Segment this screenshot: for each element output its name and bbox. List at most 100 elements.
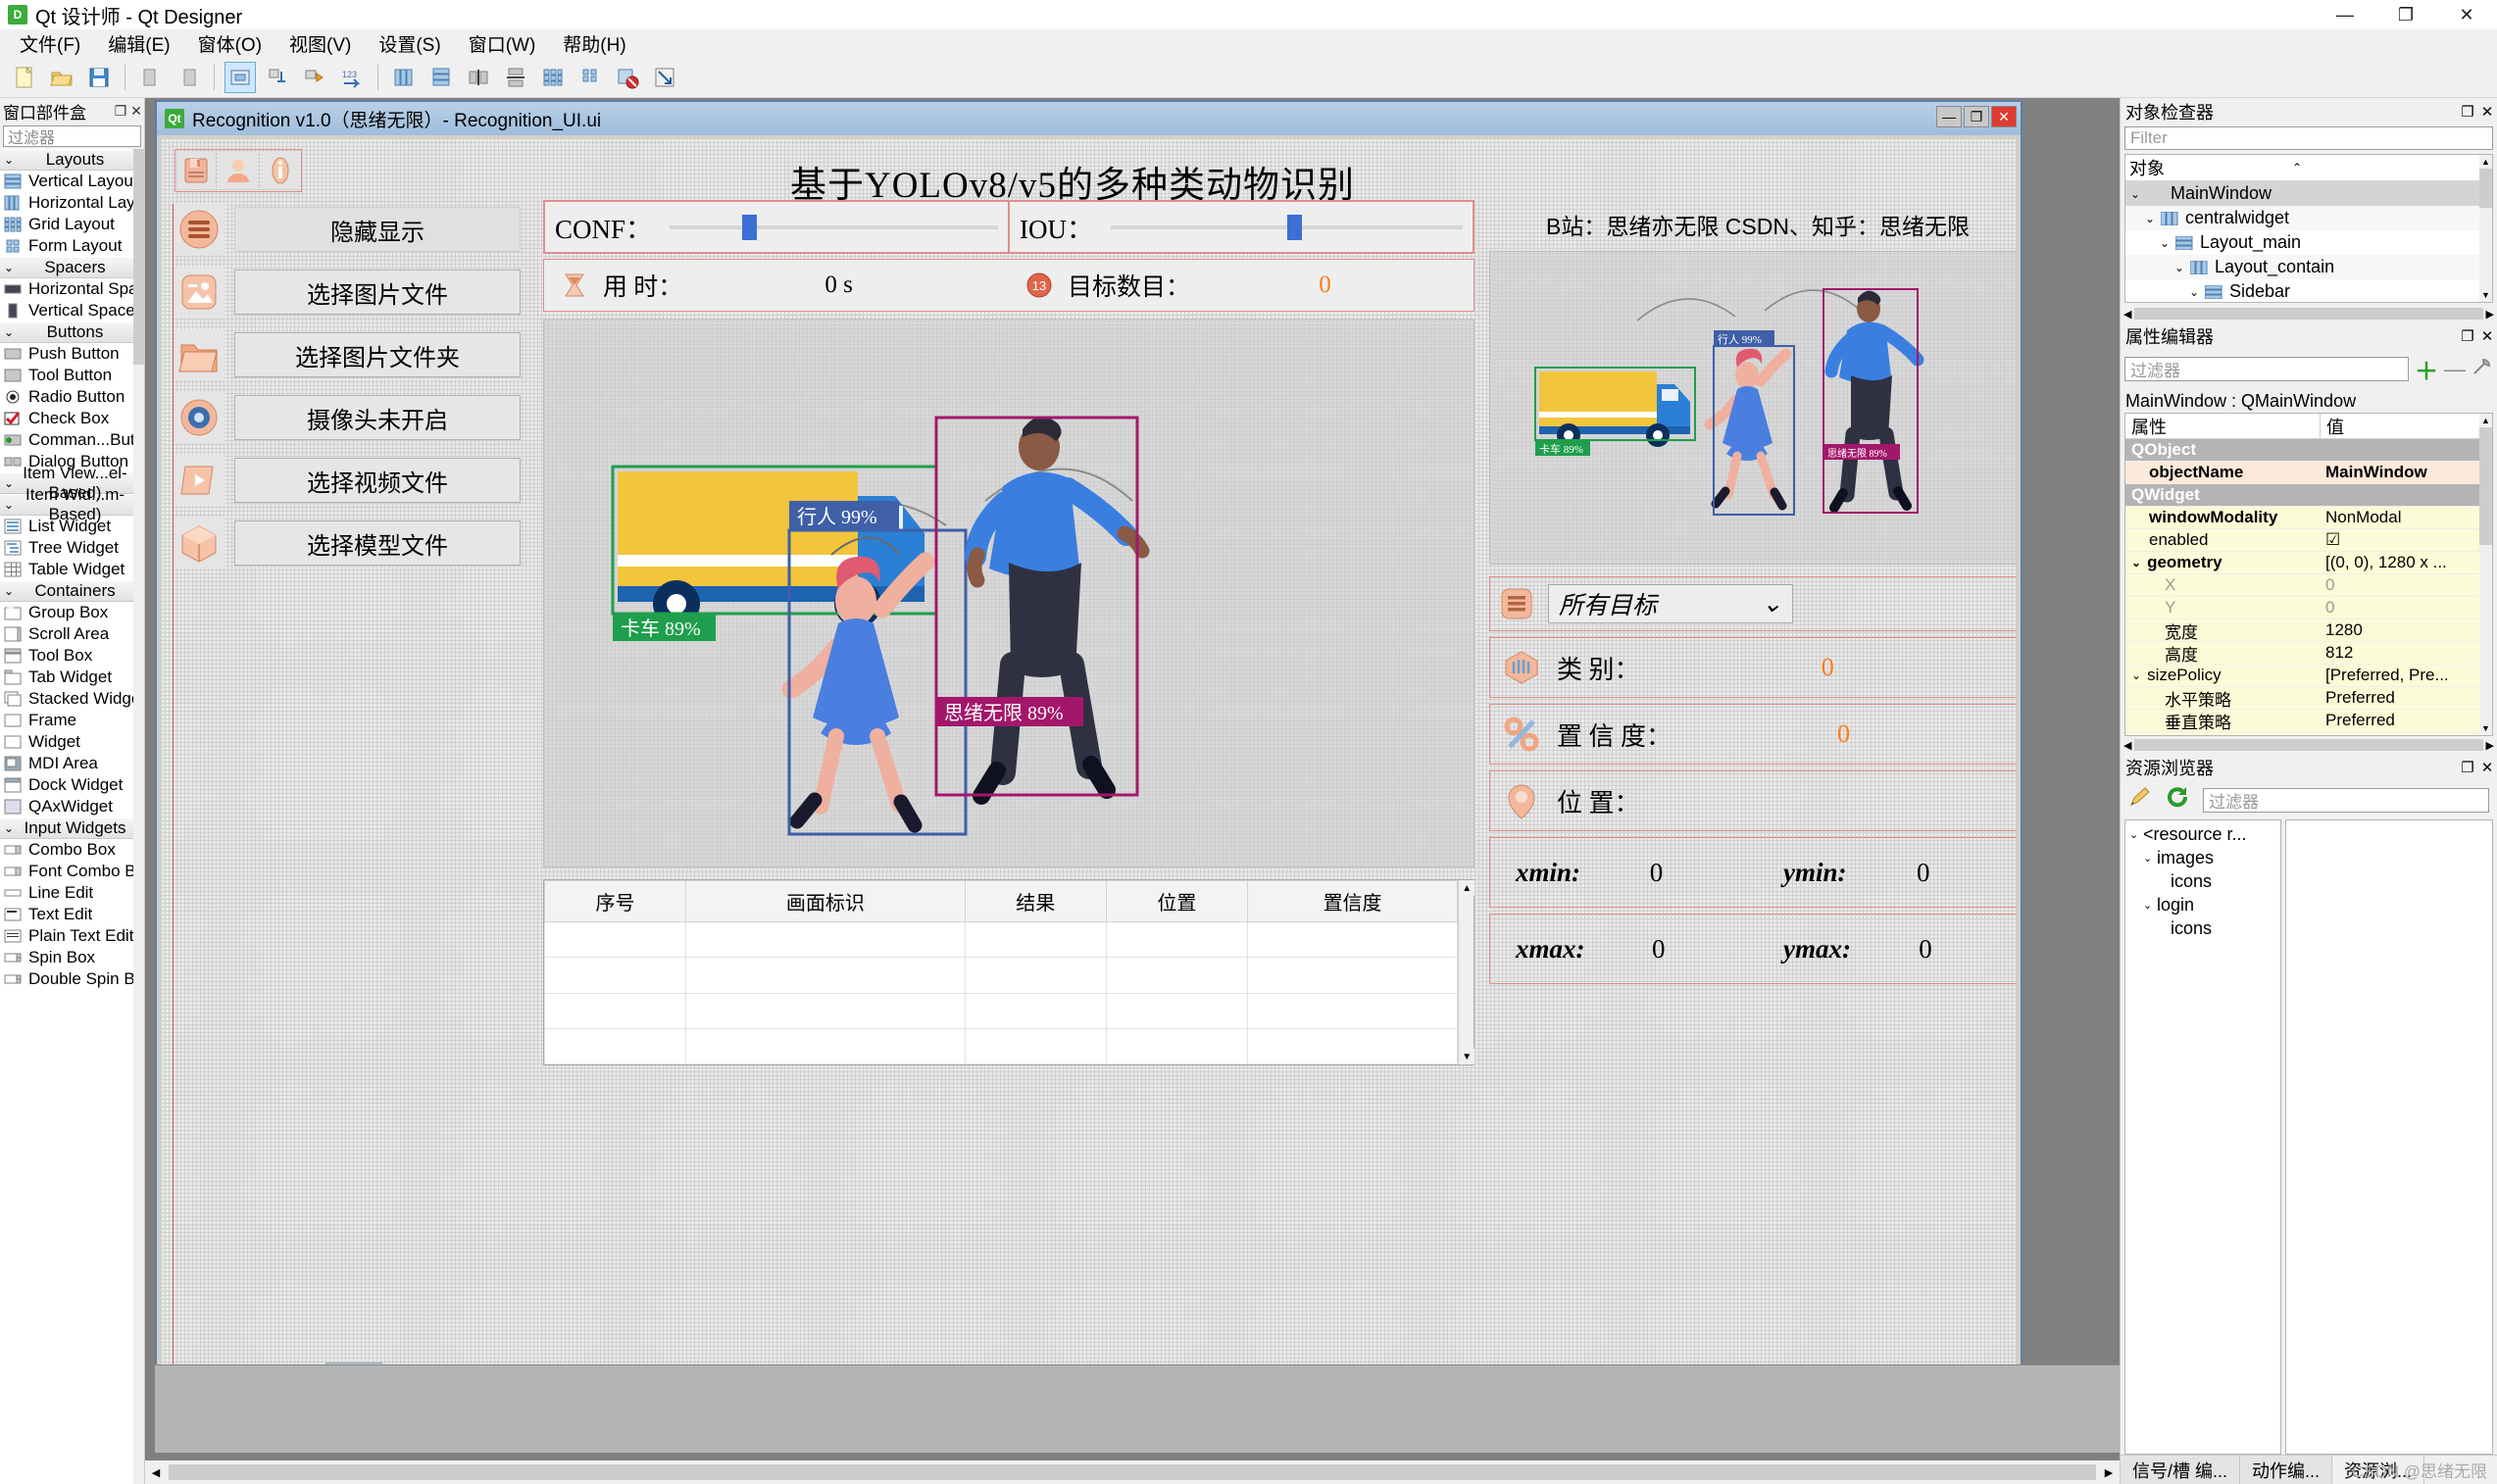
scroll-up-icon[interactable]: ▲: [1459, 880, 1475, 896]
widget-item-2-0[interactable]: Push Button: [0, 343, 144, 365]
chevron-down-icon[interactable]: ⌄: [2131, 556, 2141, 569]
hscroll-thumb[interactable]: [169, 1464, 2096, 1480]
prop-hscroll-right-icon[interactable]: ▶: [2486, 739, 2494, 752]
chevron-down-icon[interactable]: ⌄: [2170, 261, 2189, 274]
widget-category-5[interactable]: ⌄ Containers: [0, 580, 144, 602]
property-grid-hscrollbar[interactable]: ◀ ▶: [2121, 736, 2497, 754]
property-value-cell[interactable]: 0: [2320, 574, 2492, 596]
prop-scroll-up-icon[interactable]: ▲: [2479, 414, 2492, 427]
property-value-cell[interactable]: 812: [2320, 642, 2492, 664]
property-row-5[interactable]: ⌄ geometry [(0, 0), 1280 x ...: [2125, 552, 2492, 574]
widget-item-2-1[interactable]: Tool Button: [0, 365, 144, 386]
undo-icon[interactable]: [135, 62, 167, 93]
property-row-8[interactable]: 宽度 1280: [2125, 619, 2492, 642]
scroll-right-icon[interactable]: ▶: [2098, 1461, 2120, 1483]
folder-icon[interactable]: [174, 329, 225, 380]
layout-horizontally-icon[interactable]: [388, 62, 420, 93]
table-row[interactable]: [543, 1027, 1459, 1065]
widget-item-6-3[interactable]: Text Edit: [0, 904, 144, 925]
chevron-down-icon[interactable]: ⌄: [2129, 828, 2143, 841]
widget-box-list[interactable]: ⌄ Layouts Vertical Layout Horizontal Layout…: [0, 149, 144, 1484]
prop-hscroll-left-icon[interactable]: ◀: [2123, 739, 2131, 752]
scroll-down-icon[interactable]: ▼: [1459, 1049, 1475, 1064]
image-file-icon[interactable]: [174, 267, 225, 318]
chevron-down-icon[interactable]: ⌄: [2143, 852, 2157, 865]
conf-slider-handle[interactable]: [741, 214, 757, 240]
object-tree-node-4[interactable]: ⌄ Sidebar: [2125, 279, 2492, 302]
object-tree-node-2[interactable]: ⌄ Layout_main: [2125, 230, 2492, 255]
widget-item-5-4[interactable]: Stacked Widget: [0, 688, 144, 710]
widget-box-filter-input[interactable]: 过滤器: [3, 125, 141, 147]
property-value-cell[interactable]: Preferred: [2320, 687, 2492, 709]
iou-slider[interactable]: [1111, 214, 1463, 240]
table-row[interactable]: [543, 957, 1459, 994]
widget-item-6-0[interactable]: Combo Box: [0, 839, 144, 861]
layout-grid-icon[interactable]: [537, 62, 569, 93]
widget-item-4-2[interactable]: Table Widget: [0, 559, 144, 580]
property-row-13[interactable]: 水平伸展 0: [2125, 732, 2492, 735]
property-value-cell[interactable]: 0: [2320, 597, 2492, 618]
resource-preview-view[interactable]: [2285, 819, 2493, 1455]
property-row-6[interactable]: X0: [2125, 574, 2492, 597]
property-value-cell[interactable]: Preferred: [2320, 710, 2492, 731]
resource-tree-node-0[interactable]: ⌄ <resource r...: [2125, 822, 2280, 846]
video-file-icon[interactable]: [174, 455, 225, 506]
widget-item-1-0[interactable]: Horizontal Spacer: [0, 278, 144, 300]
form-minimize-button[interactable]: —: [1936, 106, 1962, 127]
property-row-4[interactable]: enabled ☑: [2125, 529, 2492, 552]
sidebar-button-5[interactable]: 选择模型文件: [234, 520, 521, 566]
property-value-cell[interactable]: [2320, 484, 2492, 506]
prop-scroll-down-icon[interactable]: ▼: [2479, 721, 2492, 735]
widget-item-2-3[interactable]: Check Box: [0, 408, 144, 429]
menu-toggle-icon[interactable]: [174, 204, 225, 255]
widget-item-4-1[interactable]: Tree Widget: [0, 537, 144, 559]
widget-item-5-2[interactable]: Tool Box: [0, 645, 144, 667]
sidebar-button-1[interactable]: 选择图片文件: [234, 270, 521, 315]
property-grid-vscrollbar[interactable]: ▲ ▼: [2479, 414, 2492, 735]
chevron-down-icon[interactable]: ⌄: [2143, 899, 2157, 912]
widget-box-close-button[interactable]: ✕: [128, 103, 144, 120]
object-inspector-close-button[interactable]: ✕: [2477, 103, 2497, 121]
object-inspector-filter-input[interactable]: Filter: [2124, 126, 2493, 150]
object-tree[interactable]: 对象 ⌃ ⌄ MainWindow ⌄ centralwidget ⌄ Layout_ma…: [2124, 154, 2493, 303]
pencil-icon[interactable]: [2128, 785, 2152, 815]
menu-item-6[interactable]: 帮助(H): [549, 27, 639, 60]
widget-item-5-6[interactable]: Widget: [0, 731, 144, 753]
chevron-down-icon[interactable]: ⌄: [2131, 668, 2141, 682]
adjust-size-icon[interactable]: [649, 62, 680, 93]
property-value-cell[interactable]: [Preferred, Pre...: [2320, 665, 2492, 686]
object-tree-node-1[interactable]: ⌄ centralwidget: [2125, 206, 2492, 230]
dock-tab-1[interactable]: 动作编...: [2240, 1456, 2333, 1484]
widget-item-6-4[interactable]: Plain Text Edit: [0, 925, 144, 947]
object-tree-node-3[interactable]: ⌄ Layout_contain: [2125, 255, 2492, 279]
property-editor-float-button[interactable]: ❐: [2458, 327, 2477, 345]
widget-item-5-7[interactable]: MDI Area: [0, 753, 144, 774]
obj-hscroll-left-icon[interactable]: ◀: [2123, 308, 2131, 321]
widget-item-6-1[interactable]: Font Combo Box: [0, 861, 144, 882]
menu-item-1[interactable]: 编辑(E): [94, 27, 183, 60]
property-value-cell[interactable]: ☑: [2320, 529, 2492, 551]
widget-item-0-3[interactable]: Form Layout: [0, 235, 144, 257]
widget-item-0-0[interactable]: Vertical Layout: [0, 171, 144, 192]
property-row-11[interactable]: 水平策略 Preferred: [2125, 687, 2492, 710]
widget-item-0-1[interactable]: Horizontal Layout: [0, 192, 144, 214]
open-file-icon[interactable]: [46, 62, 77, 93]
widget-item-5-0[interactable]: Group Box: [0, 602, 144, 623]
dock-tab-0[interactable]: 信号/槽 编...: [2121, 1456, 2241, 1484]
widget-item-5-9[interactable]: QAxWidget: [0, 796, 144, 817]
property-value-cell[interactable]: [(0, 0), 1280 x ...: [2320, 552, 2492, 573]
resource-tree[interactable]: ⌄ <resource r... ⌄ images icons ⌄ login icons: [2124, 819, 2281, 1455]
obj-scroll-up-icon[interactable]: ▲: [2479, 155, 2492, 169]
menu-item-2[interactable]: 窗体(O): [184, 27, 275, 60]
property-row-7[interactable]: Y0: [2125, 597, 2492, 619]
maximize-button[interactable]: ❐: [2375, 0, 2436, 29]
break-layout-icon[interactable]: [612, 62, 643, 93]
resource-browser-float-button[interactable]: ❐: [2458, 759, 2477, 776]
form-maximize-button[interactable]: ❐: [1964, 106, 1989, 127]
property-row-9[interactable]: 高度 812: [2125, 642, 2492, 665]
widget-category-2[interactable]: ⌄ Buttons: [0, 322, 144, 343]
edit-signals-slots-mode-icon[interactable]: [262, 62, 293, 93]
save-file-icon[interactable]: [83, 62, 115, 93]
property-filter-input[interactable]: 过滤器: [2124, 357, 2409, 381]
obj-hscroll-right-icon[interactable]: ▶: [2486, 308, 2494, 321]
